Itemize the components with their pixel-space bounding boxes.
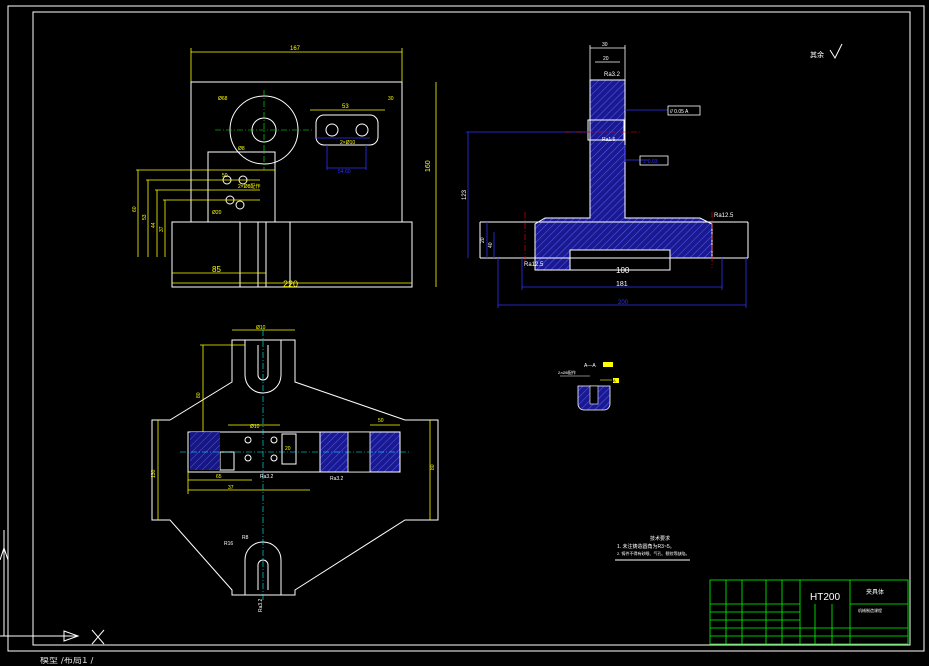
top-dim-inner: Ø10 xyxy=(250,424,260,430)
cad-drawing-canvas[interactable]: 167 220 85 160 53 30 Ø68 Ø8 2×Ø10 54.60 … xyxy=(0,0,929,666)
side-tol-parallel: // 0.05 A xyxy=(670,109,689,115)
top-rough-c: Ra3.2 xyxy=(258,598,264,612)
title-block-material: HT200 xyxy=(810,592,840,603)
layout-tab-bar[interactable]: 模型 /布局1 / xyxy=(0,657,929,666)
top-dim-sq: 20 xyxy=(285,446,291,452)
top-dim-width: 50 xyxy=(378,418,384,424)
top-rough-b: Ra3.2 xyxy=(330,476,344,482)
rough-mark-text: 其余 xyxy=(810,50,824,59)
front-dim-bottom-total: 220 xyxy=(283,279,298,289)
title-block-sub: 机械制造课程 xyxy=(858,607,882,613)
tech-req-title: 技术要求 xyxy=(650,535,670,542)
side-dim-height: 123 xyxy=(462,189,468,200)
side-dim-top1: 30 xyxy=(602,42,608,48)
front-dim-hole2: Ø8 xyxy=(238,146,245,152)
section-label: A—A xyxy=(584,363,596,369)
tech-req-1: 1. 未注铸造圆角为R3~5。 xyxy=(617,543,675,550)
top-view-dims xyxy=(157,329,431,520)
front-dim-right-height: 160 xyxy=(425,160,432,172)
front-dim-slot-h: 30 xyxy=(388,96,394,102)
inner-frame xyxy=(32,11,911,646)
side-rough-right: Ra12.5 xyxy=(714,213,734,219)
front-dim-left-2: 53 xyxy=(142,214,148,220)
front-dim-hole: Ø68 xyxy=(218,96,228,102)
outer-frame xyxy=(7,5,925,652)
section-tag: A xyxy=(613,378,616,383)
front-view xyxy=(171,81,413,288)
section-note: 2×Ø8配作 xyxy=(558,369,576,375)
side-dim-bottom-mid: 181 xyxy=(616,281,628,288)
front-dim-slot: 53 xyxy=(342,104,349,110)
front-dim-top: 167 xyxy=(290,46,301,52)
front-dim-sq: 54.60 xyxy=(338,169,351,175)
front-dim-bottom-left: 85 xyxy=(212,265,221,274)
side-view xyxy=(479,79,749,271)
tech-req-2: 2. 铸件不得有砂眼、气孔、裂纹等缺陷。 xyxy=(617,550,689,556)
side-dim-left-a: 20 xyxy=(480,237,486,243)
top-r1: R16 xyxy=(224,541,233,547)
top-dim-left-b: 37 xyxy=(228,485,234,491)
front-view-dims xyxy=(136,48,437,287)
front-dim-h3: Ø20 xyxy=(212,210,222,216)
front-dim-holes-note: 2×Ø10 xyxy=(340,140,355,146)
top-dim-slot-top: Ø10 xyxy=(256,325,266,331)
top-dim-left-height: 130 xyxy=(151,469,157,478)
top-rough-a: Ra3.2 xyxy=(260,474,274,480)
rough-mark-icon xyxy=(829,43,843,60)
title-block-name: 夹具体 xyxy=(866,588,884,596)
top-dim-right-height: 80 xyxy=(430,464,436,470)
front-dim-h2: 2×Ø8配作 xyxy=(238,183,260,190)
side-dim-top2: 20 xyxy=(603,56,609,62)
side-tol-perp: ⊥ 0.03 xyxy=(642,159,658,165)
side-dim-left-b: 40 xyxy=(488,242,494,248)
top-dim-left-a: 65 xyxy=(216,474,222,480)
front-dim-left-3: 44 xyxy=(151,222,157,228)
side-rough-mid: Ra1.6 xyxy=(602,137,616,143)
side-rough-top: Ra3.2 xyxy=(604,72,621,78)
front-dim-h1: 50 xyxy=(222,173,228,179)
top-view-hatch-left xyxy=(190,432,220,470)
top-dim-height: 80 xyxy=(196,392,202,398)
front-view-centerlines xyxy=(215,90,312,170)
side-dim-bottom-total: 200 xyxy=(618,300,629,306)
top-r2: R8 xyxy=(242,535,249,541)
front-dim-left-1: 60 xyxy=(132,206,138,212)
side-rough-left: Ra12.5 xyxy=(524,262,544,268)
ucs-icon xyxy=(0,530,105,645)
side-dim-bottom-inner: 100 xyxy=(616,266,630,275)
front-dim-left-4: 37 xyxy=(159,226,165,232)
layout-tabs-text[interactable]: 模型 /布局1 / xyxy=(0,657,94,666)
